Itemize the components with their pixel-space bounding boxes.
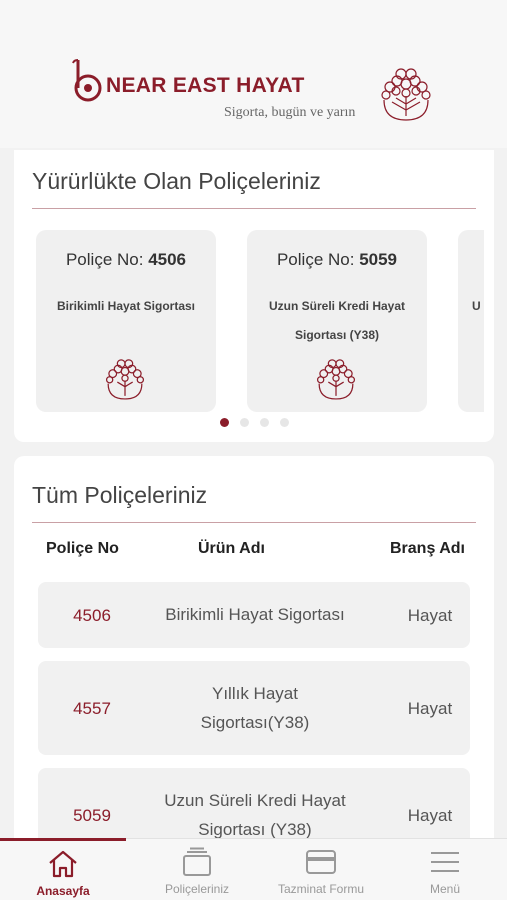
row-product: Uzun Süreli Kredi Hayat Sigortası (Y38) bbox=[164, 791, 346, 839]
row-policy-no: 4557 bbox=[73, 699, 111, 718]
near-east-hayat-logo: NEAR EAST HAYAT Sigorta, bugün ve yarın bbox=[70, 58, 440, 128]
table-row[interactable]: 4506 Birikimli Hayat Sigortası Hayat bbox=[38, 582, 470, 648]
tab-label: Poliçeleriniz bbox=[164, 882, 230, 896]
tree-logo-icon bbox=[381, 68, 431, 121]
policy-product: U bbox=[472, 299, 481, 313]
tree-logo-icon bbox=[316, 359, 356, 400]
row-branch: Hayat bbox=[407, 806, 453, 825]
section-divider bbox=[32, 522, 476, 523]
policy-card[interactable]: Poliçe No: 5059 Uzun Süreli Kredi Hayat … bbox=[247, 230, 427, 412]
tab-home[interactable]: Anasayfa bbox=[0, 838, 126, 900]
policy-card[interactable]: U bbox=[458, 230, 484, 412]
policy-number: Poliçe No: 4506 bbox=[65, 250, 187, 269]
tab-label: Tazminat Formu bbox=[277, 882, 365, 896]
active-policies-card: Yürürlükte Olan Poliçeleriniz Poliçe No:… bbox=[14, 150, 494, 442]
bottom-tab-bar: Anasayfa Poliçeleriniz Tazminat Formu Me… bbox=[0, 838, 507, 900]
row-branch: Hayat bbox=[407, 699, 453, 718]
tab-policies[interactable]: Poliçeleriniz bbox=[134, 839, 260, 900]
section-title: Yürürlükte Olan Poliçeleriniz bbox=[32, 168, 321, 194]
brand-slogan: Sigorta, bugün ve yarın bbox=[224, 105, 356, 120]
tree-logo-icon bbox=[105, 359, 145, 400]
policy-card[interactable]: Poliçe No: 4506 Birikimli Hayat Sigortas… bbox=[36, 230, 216, 412]
app-header: NEAR EAST HAYAT Sigorta, bugün ve yarın bbox=[0, 0, 507, 148]
card-icon bbox=[306, 850, 336, 874]
section-divider bbox=[32, 208, 476, 209]
row-product: Birikimli Hayat Sigortası bbox=[165, 605, 345, 624]
brand-b-icon bbox=[72, 59, 102, 102]
column-header-policy-no: Poliçe No bbox=[46, 540, 119, 557]
tab-label: Menü bbox=[429, 882, 461, 896]
carousel-pager[interactable] bbox=[220, 418, 300, 428]
pager-dot[interactable] bbox=[220, 418, 229, 427]
row-branch: Hayat bbox=[407, 606, 453, 625]
tab-label: Anasayfa bbox=[36, 884, 90, 898]
home-icon bbox=[49, 850, 77, 878]
column-header-product: Ürün Adı bbox=[198, 540, 265, 557]
row-product: Yıllık Hayat Sigortası(Y38) bbox=[200, 684, 310, 732]
pager-dot[interactable] bbox=[280, 418, 289, 427]
policy-carousel[interactable]: Poliçe No: 4506 Birikimli Hayat Sigortas… bbox=[36, 230, 484, 414]
section-title: Tüm Poliçeleriniz bbox=[32, 482, 208, 508]
column-header-branch: Branş Adı bbox=[390, 540, 465, 557]
pager-dot[interactable] bbox=[240, 418, 249, 427]
policy-product: Uzun Süreli Kredi Hayat Sigortası (Y38) bbox=[268, 299, 406, 342]
policy-product: Birikimli Hayat Sigortası bbox=[56, 299, 196, 313]
tab-claim-form[interactable]: Tazminat Formu bbox=[258, 839, 384, 900]
policies-icon bbox=[183, 847, 211, 876]
pager-dot[interactable] bbox=[260, 418, 269, 427]
menu-icon bbox=[431, 852, 459, 872]
table-row[interactable]: 4557 Yıllık Hayat Sigortası(Y38) Hayat bbox=[38, 661, 470, 755]
all-policies-card: Tüm Poliçeleriniz Poliçe No Ürün Adı Bra… bbox=[14, 456, 494, 868]
row-policy-no: 4506 bbox=[73, 606, 111, 625]
row-policy-no: 5059 bbox=[73, 806, 111, 825]
policy-number: Poliçe No: 5059 bbox=[276, 250, 398, 269]
tab-menu[interactable]: Menü bbox=[382, 839, 507, 900]
brand-name: NEAR EAST HAYAT bbox=[106, 74, 305, 97]
